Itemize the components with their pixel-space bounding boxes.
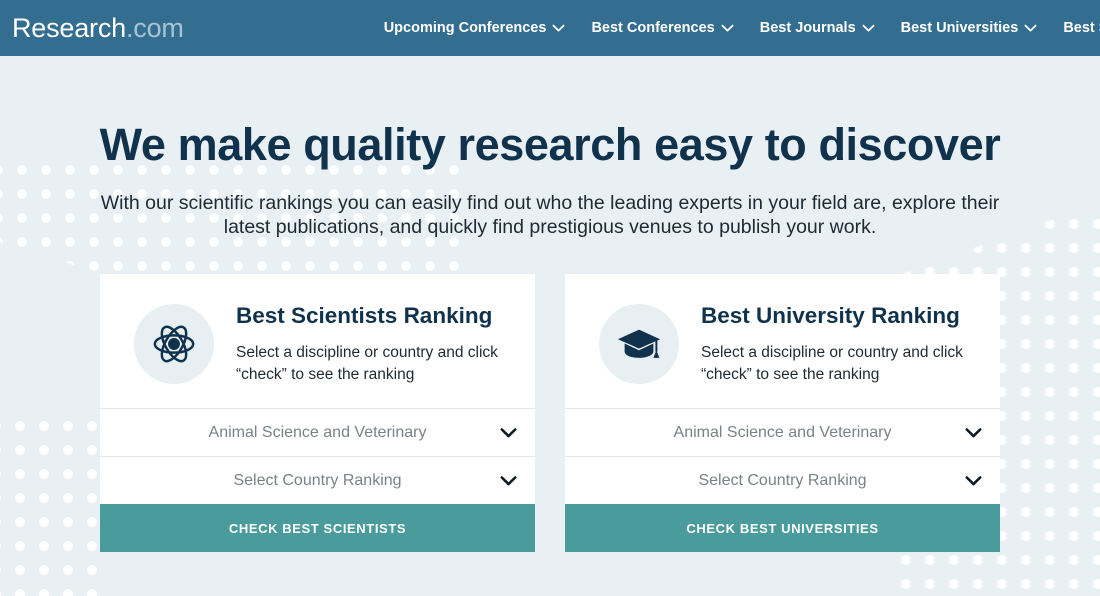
best-university-ranking-card: Best University Ranking Select a discipl… [565, 274, 1000, 553]
card-header: Best Scientists Ranking Select a discipl… [100, 274, 535, 408]
card-icon-wrapper [134, 304, 214, 385]
card-header: Best University Ranking Select a discipl… [565, 274, 1000, 408]
card-text-block: Best Scientists Ranking Select a discipl… [236, 300, 509, 386]
atom-icon [153, 325, 195, 363]
chevron-down-icon [965, 475, 982, 486]
logo-text-tld: .com [125, 12, 184, 43]
country-select[interactable]: Select Country Ranking [100, 456, 535, 504]
nav-item-label: Upcoming Conferences [383, 20, 547, 36]
hero-subtitle: With our scientific rankings you can eas… [100, 191, 1000, 239]
nav-item-upcoming-conferences[interactable]: Upcoming Conferences [384, 20, 566, 36]
ranking-cards-container: Best Scientists Ranking Select a discipl… [100, 274, 1000, 553]
card-icon-wrapper [599, 304, 679, 385]
chevron-down-icon [862, 24, 875, 31]
country-select[interactable]: Select Country Ranking [565, 456, 1000, 504]
site-header: Research.com Upcoming Conferences Best C… [0, 0, 1100, 56]
nav-item-label: Best Scientists [1063, 20, 1100, 36]
chevron-down-icon [1024, 24, 1037, 31]
nav-item-best-scientists[interactable]: Best Scientists [1063, 20, 1100, 36]
card-title: Best University Ranking [701, 303, 960, 329]
chevron-down-icon [965, 427, 982, 438]
chevron-down-icon [552, 24, 565, 31]
graduation-cap-icon [617, 329, 661, 359]
chevron-down-icon [500, 427, 517, 438]
card-description: Select a discipline or country and click… [701, 344, 963, 384]
decorative-dot-pattern-left-lower [0, 420, 110, 596]
card-description: Select a discipline or country and click… [236, 344, 498, 384]
country-select-value: Select Country Ranking [233, 471, 402, 489]
discipline-select[interactable]: Animal Science and Veterinary [100, 408, 535, 456]
nav-item-label: Best Journals [759, 20, 856, 36]
discipline-select-value: Animal Science and Veterinary [673, 423, 892, 441]
nav-item-best-universities[interactable]: Best Universities [901, 20, 1038, 36]
button-label: CHECK BEST UNIVERSITIES [686, 520, 879, 536]
country-select-value: Select Country Ranking [698, 471, 867, 489]
site-logo[interactable]: Research.com [12, 12, 184, 43]
card-text-block: Best University Ranking Select a discipl… [701, 300, 974, 386]
card-title: Best Scientists Ranking [236, 303, 493, 329]
nav-item-label: Best Conferences [591, 20, 715, 36]
nav-item-best-journals[interactable]: Best Journals [760, 20, 875, 36]
button-label: CHECK BEST SCIENTISTS [228, 520, 407, 536]
main-navigation: Upcoming Conferences Best Conferences Be… [384, 20, 1100, 36]
discipline-select[interactable]: Animal Science and Veterinary [565, 408, 1000, 456]
page-root: Research.com Upcoming Conferences Best C… [0, 0, 1100, 596]
hero-section: We make quality research easy to discove… [0, 121, 1100, 240]
nav-item-label: Best Universities [900, 20, 1019, 36]
page-title: We make quality research easy to discove… [99, 119, 1001, 170]
chevron-down-icon [500, 475, 517, 486]
check-best-scientists-button[interactable]: CHECK BEST SCIENTISTS [100, 504, 535, 553]
logo-text-main: Research [12, 12, 126, 43]
best-scientists-ranking-card: Best Scientists Ranking Select a discipl… [100, 274, 535, 553]
check-best-universities-button[interactable]: CHECK BEST UNIVERSITIES [565, 504, 1000, 553]
nav-item-best-conferences[interactable]: Best Conferences [591, 20, 734, 36]
chevron-down-icon [721, 24, 734, 31]
discipline-select-value: Animal Science and Veterinary [208, 423, 427, 441]
